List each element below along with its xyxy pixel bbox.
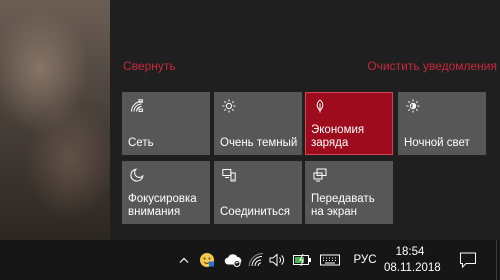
- desktop: Свернуть Очистить уведомления Сеть Очень…: [0, 0, 500, 280]
- tile-label: Сеть: [128, 137, 154, 149]
- language-label: РУС: [353, 254, 377, 266]
- desktop-wallpaper: [0, 0, 110, 240]
- tile-label: Соединиться: [220, 206, 290, 218]
- focus-assist-icon: [130, 168, 144, 182]
- taskbar: РУС 18:54 08.11.2018: [0, 240, 500, 280]
- show-desktop-button[interactable]: [496, 240, 500, 280]
- quick-action-project[interactable]: Передавать на экран: [305, 161, 393, 224]
- action-center-panel: Свернуть Очистить уведомления Сеть Очень…: [110, 0, 500, 240]
- connect-icon: [222, 168, 236, 182]
- clear-notifications-link[interactable]: Очистить уведомления: [367, 59, 497, 73]
- tile-label: Передавать на экран: [311, 193, 375, 218]
- chevron-up-icon[interactable]: [176, 240, 192, 280]
- quick-action-battery-saver[interactable]: Экономия заряда: [305, 92, 393, 155]
- network-icon: [130, 99, 144, 113]
- brightness-icon: [222, 99, 236, 113]
- tile-label: Экономия заряда: [311, 124, 365, 149]
- quick-action-night-light[interactable]: Ночной свет: [398, 92, 486, 155]
- quick-action-connect[interactable]: Соединиться: [214, 161, 302, 224]
- action-center-links: Свернуть Очистить уведомления: [110, 59, 500, 77]
- battery-charging-icon[interactable]: [291, 240, 315, 280]
- notifications-button[interactable]: [448, 240, 488, 280]
- language-indicator[interactable]: РУС: [350, 240, 380, 280]
- clock-date: 08.11.2018: [384, 262, 441, 274]
- quick-action-brightness[interactable]: Очень темный: [214, 92, 302, 155]
- clock[interactable]: 18:54 08.11.2018: [384, 244, 441, 276]
- tile-label: Ночной свет: [404, 137, 470, 149]
- quick-action-focus-assist[interactable]: Фокусировка внимания: [122, 161, 210, 224]
- tile-label: Фокусировка внимания: [128, 193, 197, 218]
- keyboard-icon[interactable]: [318, 240, 342, 280]
- tile-label: Очень темный: [220, 137, 298, 149]
- battery-saver-icon: [313, 99, 327, 113]
- project-icon: [313, 168, 327, 182]
- night-light-icon: [406, 99, 420, 113]
- collapse-link[interactable]: Свернуть: [123, 59, 176, 73]
- notification-icon: [460, 252, 476, 269]
- emoji-app-icon[interactable]: [198, 240, 216, 280]
- wifi-icon[interactable]: [247, 240, 265, 280]
- clock-time: 18:54: [395, 246, 425, 258]
- quick-action-network[interactable]: Сеть: [122, 92, 210, 155]
- cloud-sync-icon[interactable]: [223, 240, 243, 280]
- volume-icon[interactable]: [268, 240, 286, 280]
